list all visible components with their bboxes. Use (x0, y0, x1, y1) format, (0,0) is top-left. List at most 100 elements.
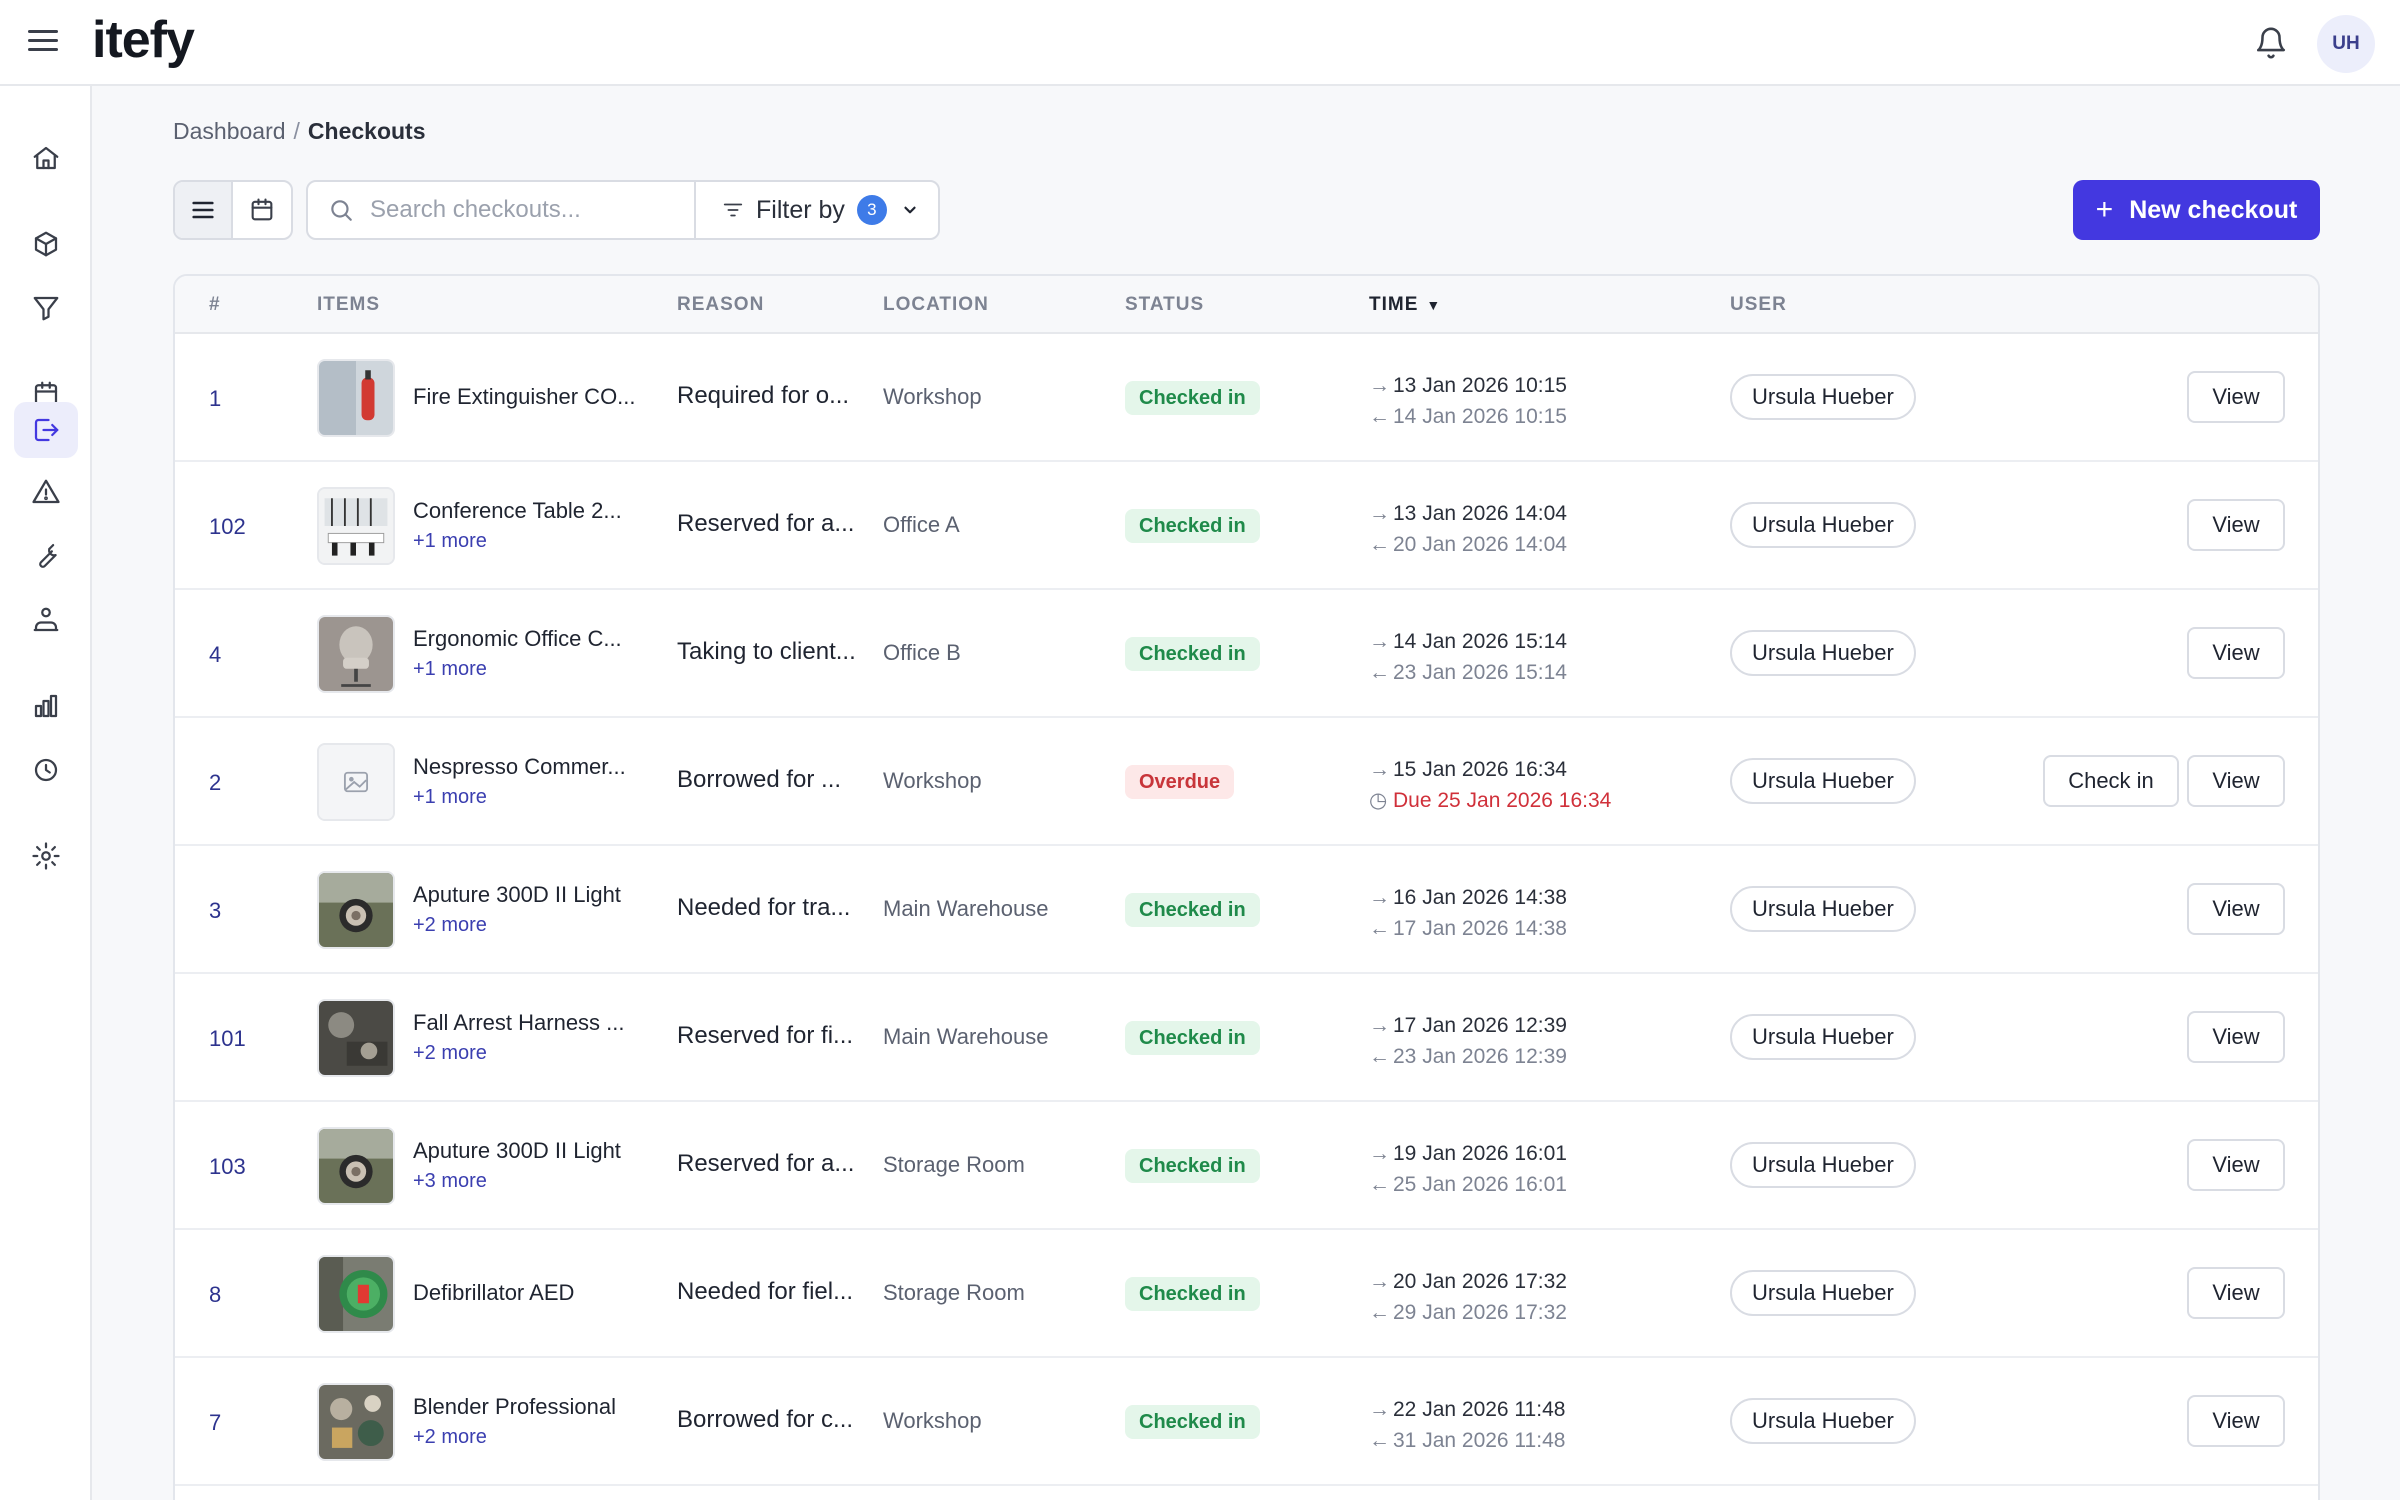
bell-icon[interactable] (2254, 26, 2288, 60)
checkout-time: 14 Jan 2026 15:14 (1393, 630, 1567, 653)
more-items-link[interactable]: +2 more (413, 1426, 653, 1449)
list-view-button[interactable] (175, 182, 233, 238)
item-cell[interactable]: Ergonomic Office C... +1 more (413, 626, 653, 681)
view-button[interactable]: View (2187, 1139, 2285, 1191)
view-button[interactable]: View (2187, 1395, 2285, 1447)
sidebar-item-wrench[interactable] (14, 528, 78, 584)
table-row[interactable]: 2 Nespresso Commer... +1 more Borrowed for … (175, 718, 2318, 846)
arrow-right-icon: → (1369, 374, 1390, 397)
sidebar-item-home[interactable] (14, 130, 78, 186)
view-button[interactable]: View (2187, 1011, 2285, 1063)
user-pill[interactable]: Ursula Hueber (1730, 374, 1916, 420)
return-time: 23 Jan 2026 15:14 (1393, 661, 1567, 684)
item-cell[interactable]: Aputure 300D II Light +3 more (413, 1138, 653, 1193)
table-row[interactable]: 103 Aputure 300D II Light +3 more Reserved … (175, 1102, 2318, 1230)
item-cell[interactable]: Fall Arrest Harness ... +2 more (413, 1010, 653, 1065)
table-row[interactable]: 102 Conference Table 2... +1 more Reserved … (175, 462, 2318, 590)
table-row[interactable]: 101 Fall Arrest Harness ... +2 more Reserve… (175, 974, 2318, 1102)
sort-desc-icon: ▼ (1426, 297, 1442, 313)
due-time: Due 25 Jan 2026 16:34 (1393, 789, 1612, 812)
user-pill[interactable]: Ursula Hueber (1730, 1014, 1916, 1060)
calendar-view-button[interactable] (233, 182, 291, 238)
sidebar-item-history[interactable] (14, 742, 78, 798)
row-number[interactable]: 3 (209, 898, 221, 924)
return-time: 31 Jan 2026 11:48 (1393, 1429, 1566, 1452)
view-button[interactable]: View (2187, 371, 2285, 423)
check-in-button[interactable]: Check in (2043, 755, 2179, 807)
filter-button[interactable]: Filter by 3 (696, 182, 938, 238)
app-logo[interactable]: itefy (92, 10, 195, 70)
user-pill[interactable]: Ursula Hueber (1730, 1270, 1916, 1316)
item-thumbnail (317, 871, 395, 949)
status-badge: Checked in (1125, 1405, 1260, 1439)
sidebar-item-org-chart[interactable] (14, 592, 78, 648)
sidebar-item-box[interactable] (14, 216, 78, 272)
checkout-time: 13 Jan 2026 14:04 (1393, 502, 1567, 525)
sidebar-item-warning[interactable] (14, 464, 78, 520)
search-input[interactable] (370, 196, 670, 224)
avatar[interactable]: UH (2317, 15, 2375, 73)
sidebar-item-checkout[interactable] (14, 402, 78, 458)
row-number[interactable]: 2 (209, 770, 221, 796)
view-button[interactable]: View (2187, 883, 2285, 935)
item-cell[interactable]: Nespresso Commer... +1 more (413, 754, 653, 809)
item-cell[interactable]: Conference Table 2... +1 more (413, 498, 653, 553)
user-pill[interactable]: Ursula Hueber (1730, 1398, 1916, 1444)
new-checkout-button[interactable]: + New checkout (2073, 180, 2320, 240)
header-time[interactable]: TIME ▼ (1369, 294, 1441, 316)
user-pill[interactable]: Ursula Hueber (1730, 630, 1916, 676)
return-time: 14 Jan 2026 10:15 (1393, 405, 1567, 428)
sidebar-item-funnel[interactable] (14, 280, 78, 336)
row-number[interactable]: 4 (209, 642, 221, 668)
row-number[interactable]: 101 (209, 1026, 246, 1052)
plus-icon: + (2095, 193, 2114, 226)
item-cell[interactable]: Fire Extinguisher CO... (413, 384, 653, 410)
arrow-right-icon: → (1369, 1142, 1390, 1165)
list-icon (192, 201, 214, 219)
location-text: Office B (883, 640, 961, 665)
item-cell[interactable]: Defibrillator AED (413, 1280, 653, 1306)
user-pill[interactable]: Ursula Hueber (1730, 758, 1916, 804)
view-button[interactable]: View (2187, 1267, 2285, 1319)
item-cell[interactable]: Aputure 300D II Light +2 more (413, 882, 653, 937)
header-location: LOCATION (883, 294, 989, 315)
more-items-link[interactable]: +2 more (413, 914, 653, 937)
checkout-time: 13 Jan 2026 10:15 (1393, 374, 1567, 397)
more-items-link[interactable]: +1 more (413, 786, 653, 809)
table-row[interactable]: 8 Defibrillator AED Needed for fiel... Stor… (175, 1230, 2318, 1358)
view-button[interactable]: View (2187, 627, 2285, 679)
wrench-icon (39, 544, 57, 568)
more-items-link[interactable]: +1 more (413, 530, 653, 553)
return-time: 23 Jan 2026 12:39 (1393, 1045, 1567, 1068)
user-pill[interactable]: Ursula Hueber (1730, 502, 1916, 548)
breadcrumb-dashboard[interactable]: Dashboard (173, 118, 286, 144)
user-pill[interactable]: Ursula Hueber (1730, 1142, 1916, 1188)
more-items-link[interactable]: +2 more (413, 1042, 653, 1065)
table-row[interactable]: 3 Aputure 300D II Light +2 more Needed for … (175, 846, 2318, 974)
arrow-left-icon: ← (1369, 1301, 1390, 1324)
table-row[interactable]: 4 Ergonomic Office C... +1 more Taking to c… (175, 590, 2318, 718)
item-cell[interactable]: Blender Professional +2 more (413, 1394, 653, 1449)
row-number[interactable]: 7 (209, 1410, 221, 1436)
view-button[interactable]: View (2187, 499, 2285, 551)
row-number[interactable]: 8 (209, 1282, 221, 1308)
sidebar-item-bar-chart[interactable] (14, 678, 78, 734)
item-name: Nespresso Commer... (413, 754, 626, 779)
sidebar-item-gear[interactable] (14, 828, 78, 884)
breadcrumb-separator: / (293, 118, 300, 144)
menu-icon[interactable] (28, 30, 58, 56)
more-items-link[interactable]: +1 more (413, 658, 653, 681)
table-row[interactable]: 7 Blender Professional +2 more Borrowed for… (175, 1358, 2318, 1486)
view-button[interactable]: View (2187, 755, 2285, 807)
row-number[interactable]: 1 (209, 386, 221, 412)
bar-chart-icon (34, 694, 58, 718)
reason-text: Taking to client... (677, 638, 856, 665)
row-number[interactable]: 103 (209, 1154, 246, 1180)
reason-text: Reserved for fi... (677, 1022, 854, 1049)
more-items-link[interactable]: +3 more (413, 1170, 653, 1193)
table-row[interactable]: 1 Fire Extinguisher CO... Required for o..… (175, 334, 2318, 462)
header-number: # (209, 294, 221, 315)
status-badge: Overdue (1125, 765, 1235, 799)
user-pill[interactable]: Ursula Hueber (1730, 886, 1916, 932)
row-number[interactable]: 102 (209, 514, 246, 540)
